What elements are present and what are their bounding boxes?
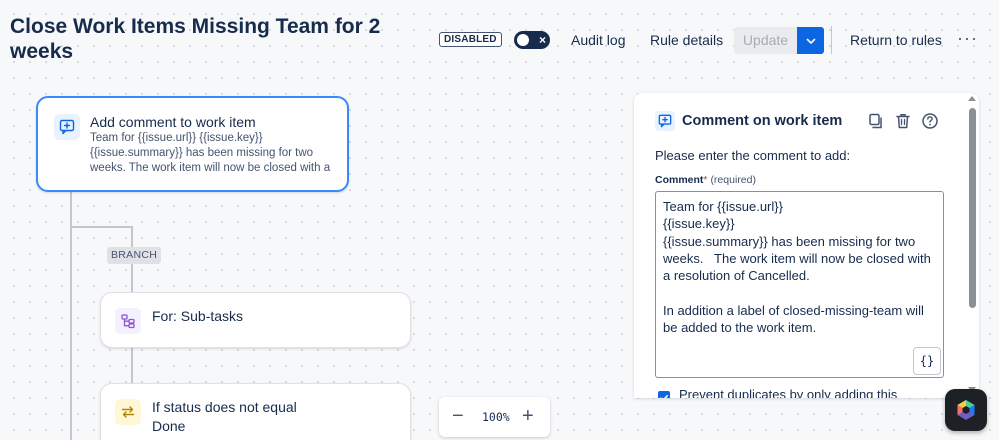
node-subtitle: Done bbox=[152, 418, 186, 434]
toggle-knob bbox=[517, 34, 529, 46]
audit-log-button[interactable]: Audit log bbox=[571, 30, 625, 50]
flow-connector bbox=[70, 226, 132, 228]
panel-prompt: Please enter the comment to add: bbox=[655, 148, 851, 163]
branch-label: BRANCH bbox=[107, 247, 162, 264]
action-node-add-comment[interactable]: Add comment to work item Team for {{issu… bbox=[36, 96, 349, 192]
scrollbar-thumb[interactable] bbox=[969, 108, 976, 308]
zoom-control: − 100% + bbox=[439, 397, 550, 437]
trash-icon bbox=[896, 114, 910, 129]
status-badge: DISABLED bbox=[439, 32, 502, 47]
checkmark-icon bbox=[660, 395, 668, 398]
zoom-out-button[interactable]: − bbox=[452, 403, 464, 429]
zoom-in-button[interactable]: + bbox=[522, 403, 534, 429]
hexagon-logo-icon bbox=[957, 400, 975, 420]
rule-details-button[interactable]: Rule details bbox=[650, 30, 723, 50]
required-text: (required) bbox=[710, 174, 756, 186]
delete-button[interactable] bbox=[894, 112, 912, 130]
subtasks-branch-icon bbox=[115, 308, 141, 334]
node-title: If status does not equal bbox=[152, 399, 297, 415]
condition-node-status[interactable]: If status does not equal Done bbox=[100, 383, 411, 440]
prevent-duplicates-label: Prevent duplicates by only adding this bbox=[679, 387, 898, 398]
ai-assistant-button[interactable] bbox=[945, 389, 987, 431]
required-mark: * bbox=[703, 174, 708, 186]
scroll-up-arrow[interactable] bbox=[968, 96, 976, 101]
zoom-level: 100% bbox=[482, 410, 510, 424]
node-title: For: Sub-tasks bbox=[152, 308, 244, 324]
node-description: Team for {{issue.url}} {{issue.key}} {{i… bbox=[90, 132, 331, 174]
comment-textarea[interactable]: Team for {{issue.url}} {{issue.key}} {{i… bbox=[655, 191, 944, 378]
header-divider bbox=[831, 26, 832, 54]
panel-title: Comment on work item bbox=[682, 113, 843, 129]
more-options-button[interactable]: ··· bbox=[957, 28, 978, 48]
smart-values-button[interactable]: {} bbox=[913, 347, 941, 375]
node-title: Add comment to work item bbox=[90, 114, 256, 130]
prevent-duplicates-checkbox[interactable] bbox=[658, 391, 670, 398]
update-button[interactable]: Update bbox=[734, 27, 797, 54]
help-button[interactable] bbox=[921, 112, 939, 130]
copy-icon bbox=[869, 113, 882, 129]
question-icon bbox=[922, 113, 938, 129]
page-title: Close Work Items Missing Team for 2 week… bbox=[10, 15, 381, 63]
branch-node-subtasks[interactable]: For: Sub-tasks bbox=[100, 292, 411, 348]
update-dropdown-button[interactable] bbox=[797, 27, 824, 54]
action-config-panel: Comment on work item Please enter the co… bbox=[634, 93, 979, 398]
field-label-text: Comment bbox=[655, 174, 704, 186]
close-icon: × bbox=[538, 33, 546, 47]
chevron-down-icon bbox=[806, 38, 815, 44]
flow-connector bbox=[131, 347, 133, 383]
comment-field-label: Comment* (required) bbox=[655, 174, 756, 187]
enable-rule-toggle[interactable]: × bbox=[514, 31, 550, 49]
comment-add-icon bbox=[655, 111, 675, 131]
return-to-rules-button[interactable]: Return to rules bbox=[850, 30, 942, 50]
condition-swap-icon bbox=[115, 399, 141, 425]
duplicate-button[interactable] bbox=[867, 112, 885, 130]
comment-add-icon bbox=[54, 114, 80, 140]
